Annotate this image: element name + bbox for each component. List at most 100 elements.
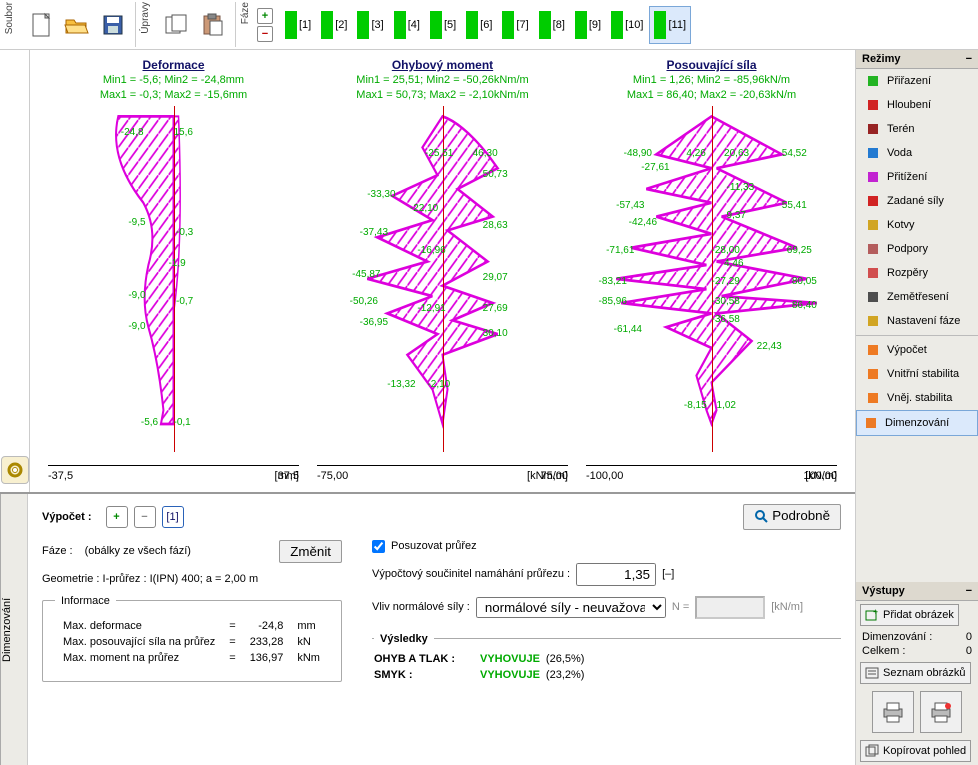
copy-button[interactable] bbox=[161, 7, 193, 43]
plot-deform-sub1: Min1 = -5,6; Min2 = -24,8mm bbox=[48, 74, 299, 87]
chart-annotation: 30,10 bbox=[483, 328, 508, 339]
sidebar: Režimy − PřiřazeníHloubeníTerénVodaPřití… bbox=[856, 50, 978, 765]
output-count-row: Dimenzování :0 bbox=[862, 631, 972, 643]
phase-add-button[interactable]: + bbox=[257, 8, 273, 24]
zemetreseni-icon bbox=[865, 289, 881, 305]
phase-tab-8[interactable]: [8] bbox=[535, 7, 569, 43]
normal-select[interactable]: normálové síly - neuvažovat bbox=[476, 597, 666, 618]
phase-tab-2[interactable]: [2] bbox=[317, 7, 351, 43]
mode-item-nastaveni[interactable]: Nastavení fáze bbox=[856, 309, 978, 333]
mode-item-zemetreseni[interactable]: Zemětřesení bbox=[856, 285, 978, 309]
phase-tab-11[interactable]: [11] bbox=[649, 6, 691, 44]
vnejsi-icon bbox=[865, 390, 881, 406]
mode-item-zadanesily[interactable]: Zadané síly bbox=[856, 189, 978, 213]
detail-button[interactable]: Podrobně bbox=[743, 504, 841, 530]
add-image-button[interactable]: + Přidat obrázek bbox=[860, 604, 959, 626]
plot-shear-sub2: Max1 = 86,40; Max2 = -20,63kN/m bbox=[586, 89, 837, 102]
plot-shear-title: Posouvající síla bbox=[586, 58, 837, 72]
chart-annotation: -9,5 bbox=[128, 217, 145, 228]
mode-item-vypocet[interactable]: Výpočet bbox=[856, 338, 978, 362]
plot-deform-sub2: Max1 = -0,3; Max2 = -15,6mm bbox=[48, 89, 299, 102]
mode-item-vnejsi[interactable]: Vněj. stabilita bbox=[856, 386, 978, 410]
outputs-panel-header: Výstupy − bbox=[856, 582, 978, 601]
save-file-button[interactable] bbox=[97, 7, 129, 43]
phase-tab-1[interactable]: [1] bbox=[281, 7, 315, 43]
phase-tab-6[interactable]: [6] bbox=[462, 7, 496, 43]
plot-shear: Posouvající síla Min1 = 1,26; Min2 = -85… bbox=[586, 58, 837, 488]
outputs-collapse-button[interactable]: − bbox=[966, 585, 972, 597]
res2-name: SMYK : bbox=[374, 669, 474, 681]
rozpery-icon bbox=[865, 265, 881, 281]
change-phase-button[interactable]: Změnit bbox=[279, 540, 342, 563]
chart-annotation: -2,10 bbox=[427, 379, 450, 390]
info-fieldset: Informace Max. deformace=-24,8mmMax. pos… bbox=[42, 595, 342, 682]
copy-view-button[interactable]: Kopírovat pohled bbox=[860, 740, 971, 762]
chart-annotation: -0,7 bbox=[176, 296, 193, 307]
phase-tab-4[interactable]: [4] bbox=[390, 7, 424, 43]
chart-annotation: -27,61 bbox=[641, 162, 669, 173]
mode-item-hloubeni[interactable]: Hloubení bbox=[856, 93, 978, 117]
mode-item-pritizeni[interactable]: Přitížení bbox=[856, 165, 978, 189]
deform-xmin: -37,5 bbox=[48, 470, 73, 482]
chart-annotation: 4,46 bbox=[724, 258, 743, 269]
normal-unit: [kN/m] bbox=[771, 601, 803, 613]
shear-unit: [kN/m] bbox=[805, 470, 837, 482]
assess-checkbox[interactable]: Posuzovat průřez bbox=[372, 540, 841, 553]
mode-item-rozpery[interactable]: Rozpěry bbox=[856, 261, 978, 285]
open-file-button[interactable] bbox=[61, 7, 93, 43]
print-color-button[interactable] bbox=[920, 691, 962, 733]
chart-annotation: -8,15 bbox=[684, 400, 707, 411]
info-row: Max. posouvající síla na průřez=233,28kN bbox=[57, 635, 326, 649]
mode-item-podpory[interactable]: Podpory bbox=[856, 237, 978, 261]
vypocet-label: Výpočet : bbox=[42, 511, 92, 523]
phase-remove-button[interactable]: − bbox=[257, 26, 273, 42]
chart-annotation: -61,44 bbox=[614, 324, 642, 335]
chart-annotation: -36,95 bbox=[360, 317, 388, 328]
calc-remove-button[interactable]: − bbox=[134, 506, 156, 528]
print-button[interactable] bbox=[872, 691, 914, 733]
calc-current-button[interactable]: [1] bbox=[162, 506, 184, 528]
chart-annotation: -1,9 bbox=[168, 258, 185, 269]
normal-n-input bbox=[695, 596, 765, 619]
info-row: Max. moment na průřez=136,97kNm bbox=[57, 651, 326, 665]
new-file-button[interactable] bbox=[25, 7, 57, 43]
res1-pct: (26,5%) bbox=[546, 653, 585, 665]
mode-item-kotvy[interactable]: Kotvy bbox=[856, 213, 978, 237]
chart-annotation: 69,25 bbox=[787, 245, 812, 256]
chart-annotation: -24,8 bbox=[121, 127, 144, 138]
mode-item-voda[interactable]: Voda bbox=[856, 141, 978, 165]
mode-item-dimenzovani[interactable]: Dimenzování bbox=[856, 410, 978, 436]
chart-annotation: 55,41 bbox=[782, 200, 807, 211]
image-list-button[interactable]: Seznam obrázků bbox=[860, 662, 971, 684]
view-settings-button[interactable] bbox=[1, 456, 29, 484]
chart-annotation: 28,63 bbox=[483, 220, 508, 231]
plot-moment-sub2: Max1 = 50,73; Max2 = -2,10kNm/m bbox=[317, 89, 568, 102]
chart-annotation: -71,61 bbox=[606, 245, 634, 256]
phase-tab-7[interactable]: [7] bbox=[498, 7, 532, 43]
phase-tab-10[interactable]: [10] bbox=[607, 7, 647, 43]
assess-checkbox-input[interactable] bbox=[372, 540, 385, 553]
paste-button[interactable] bbox=[197, 7, 229, 43]
phase-tab-9[interactable]: [9] bbox=[571, 7, 605, 43]
info-table: Max. deformace=-24,8mmMax. posouvající s… bbox=[55, 617, 328, 667]
modes-panel-header: Režimy − bbox=[856, 50, 978, 69]
mode-item-teren[interactable]: Terén bbox=[856, 117, 978, 141]
chart-annotation: -16,96 bbox=[417, 245, 445, 256]
prirazeni-icon bbox=[865, 73, 881, 89]
phase-tab-3[interactable]: [3] bbox=[353, 7, 387, 43]
mode-item-prirazeni[interactable]: Přiřazení bbox=[856, 69, 978, 93]
panel-tab-dimenzovani[interactable]: Dimenzování bbox=[0, 494, 22, 765]
faze-label: Fáze : bbox=[42, 545, 73, 557]
mode-item-vnitrni[interactable]: Vnitřní stabilita bbox=[856, 362, 978, 386]
chart-annotation: -83,21 bbox=[599, 276, 627, 287]
coef-label: Výpočtový součinitel namáhání průřezu : bbox=[372, 568, 570, 580]
chart-annotation: 27,69 bbox=[483, 303, 508, 314]
calc-add-button[interactable]: + bbox=[106, 506, 128, 528]
phase-tab-5[interactable]: [5] bbox=[426, 7, 460, 43]
modes-collapse-button[interactable]: − bbox=[966, 53, 972, 65]
coef-input[interactable] bbox=[576, 563, 656, 586]
geometry-text: Geometrie : I-průřez : I(IPN) 400; a = 2… bbox=[42, 573, 342, 585]
chart-annotation: -45,87 bbox=[352, 269, 380, 280]
chart-annotation: 15,6 bbox=[174, 127, 193, 138]
res1-name: OHYB A TLAK : bbox=[374, 653, 474, 665]
